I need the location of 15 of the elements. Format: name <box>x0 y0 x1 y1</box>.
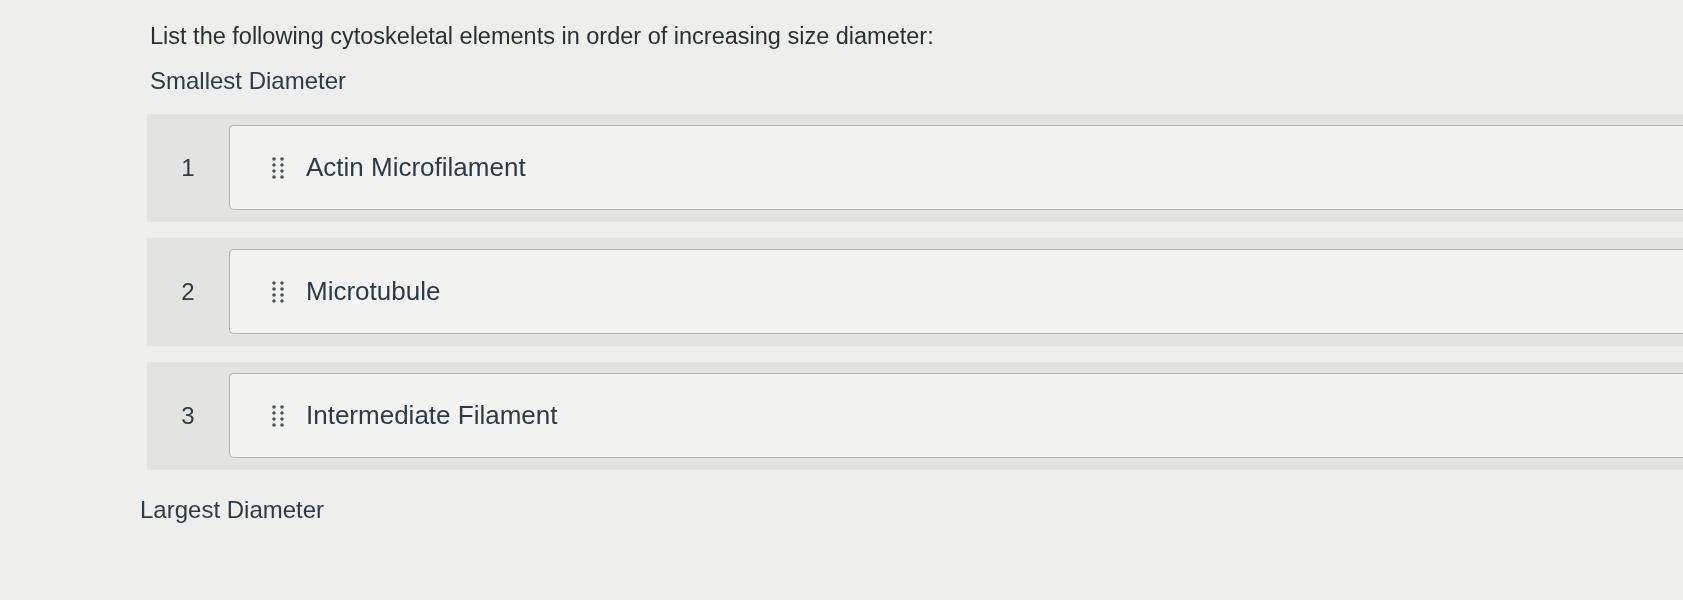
drag-item-card[interactable]: Microtubule <box>229 249 1683 335</box>
item-label: Actin Microfilament <box>306 151 526 185</box>
item-label: Intermediate Filament <box>306 399 558 433</box>
drag-item-card[interactable]: Intermediate Filament <box>229 373 1683 459</box>
drag-handle-icon[interactable] <box>272 157 284 179</box>
question-text: List the following cytoskeletal elements in order of increasing size diameter: <box>150 22 935 51</box>
position-number: 1 <box>180 153 196 183</box>
drag-handle-icon[interactable] <box>272 281 284 303</box>
position-number: 3 <box>180 401 196 431</box>
drag-item-card[interactable]: Actin Microfilament <box>229 125 1683 211</box>
item-label: Microtubule <box>306 275 441 309</box>
position-number: 2 <box>180 277 196 307</box>
largest-label: Largest Diameter <box>140 496 326 525</box>
drag-handle-icon[interactable] <box>272 405 284 427</box>
smallest-label: Smallest Diameter <box>150 67 348 96</box>
